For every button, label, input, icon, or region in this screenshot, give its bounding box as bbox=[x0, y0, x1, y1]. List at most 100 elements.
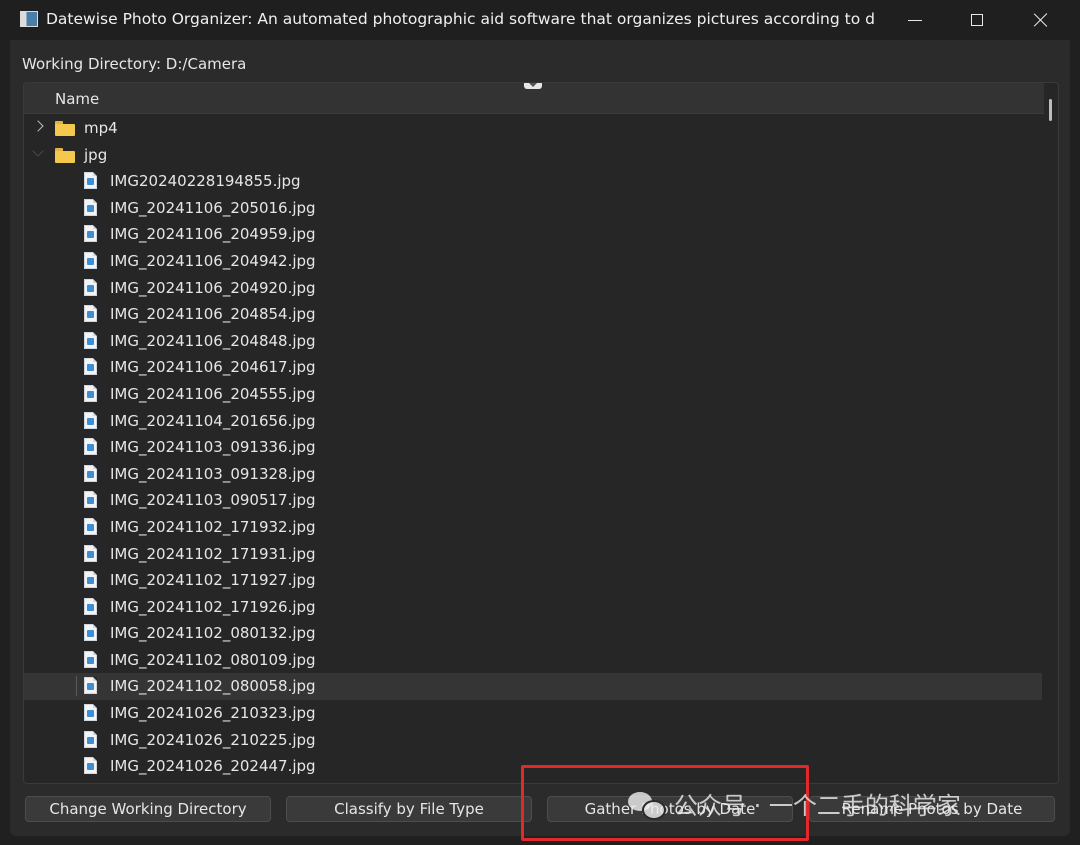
file-label: IMG_20241104_201656.jpg bbox=[110, 411, 316, 430]
tree-file-row[interactable]: IMG_20241106_204848.jpg bbox=[24, 328, 1042, 355]
file-label: IMG_20241103_091336.jpg bbox=[110, 438, 316, 457]
image-file-icon bbox=[84, 278, 97, 296]
image-file-icon bbox=[84, 251, 97, 269]
tree-file-row[interactable]: IMG_20241026_210225.jpg bbox=[24, 727, 1042, 754]
image-file-icon bbox=[84, 544, 97, 562]
tree-file-row[interactable]: IMG_20241102_080109.jpg bbox=[24, 647, 1042, 674]
image-file-icon bbox=[84, 757, 97, 775]
tree-file-row[interactable]: IMG_20241103_091336.jpg bbox=[24, 434, 1042, 461]
image-file-icon bbox=[84, 517, 97, 535]
file-label: IMG_20241106_205016.jpg bbox=[110, 198, 316, 217]
maximize-icon bbox=[971, 14, 983, 26]
tree-file-row[interactable]: IMG_20241106_205016.jpg bbox=[24, 195, 1042, 222]
selection-marker bbox=[76, 676, 77, 697]
tree-file-row[interactable]: IMG_20241106_204920.jpg bbox=[24, 275, 1042, 302]
watermark: 公众号 · 一个二手的科学家 bbox=[628, 786, 961, 821]
maximize-button[interactable] bbox=[946, 0, 1008, 40]
chevron-right-icon[interactable] bbox=[32, 120, 44, 133]
image-file-icon bbox=[84, 198, 97, 216]
image-file-icon bbox=[84, 305, 97, 323]
image-file-icon bbox=[84, 438, 97, 456]
tree-file-row[interactable]: IMG_20241102_080058.jpg bbox=[24, 673, 1042, 701]
image-file-icon bbox=[84, 597, 97, 615]
tree-file-row[interactable]: IMG_20241106_204555.jpg bbox=[24, 381, 1042, 408]
tree-file-row[interactable]: IMG_20241106_204617.jpg bbox=[24, 354, 1042, 381]
file-label: IMG_20241106_204854.jpg bbox=[110, 305, 316, 324]
file-label: IMG_20241026_210323.jpg bbox=[110, 704, 316, 723]
image-file-icon bbox=[84, 624, 97, 642]
tree-file-row[interactable]: IMG_20241102_171931.jpg bbox=[24, 541, 1042, 568]
file-label: IMG_20241106_204959.jpg bbox=[110, 225, 316, 244]
file-label: IMG_20241106_204848.jpg bbox=[110, 331, 316, 350]
tree-header[interactable]: Name bbox=[24, 83, 1044, 114]
app-icon bbox=[20, 11, 38, 27]
tree-file-row[interactable]: IMG_20241102_171927.jpg bbox=[24, 567, 1042, 594]
working-directory-label: Working Directory: D:/Camera bbox=[22, 55, 247, 73]
minimize-button[interactable] bbox=[884, 0, 946, 40]
image-file-icon bbox=[84, 225, 97, 243]
watermark-text: 公众号 · 一个二手的科学家 bbox=[674, 792, 961, 820]
image-file-icon bbox=[84, 571, 97, 589]
folder-label: mp4 bbox=[84, 119, 118, 137]
title-bar[interactable]: Datewise Photo Organizer: An automated p… bbox=[0, 0, 1080, 40]
tree-file-row[interactable]: IMG_20241104_201656.jpg bbox=[24, 408, 1042, 435]
tree-file-row[interactable]: IMG_20241102_171926.jpg bbox=[24, 594, 1042, 621]
image-file-icon bbox=[84, 650, 97, 668]
file-label: IMG_20241106_204555.jpg bbox=[110, 384, 316, 403]
tree-file-row[interactable]: IMG_20241106_204959.jpg bbox=[24, 221, 1042, 248]
file-label: IMG_20241102_171932.jpg bbox=[110, 517, 316, 536]
window-title: Datewise Photo Organizer: An automated p… bbox=[46, 10, 876, 28]
file-label: IMG_20241026_202447.jpg bbox=[110, 757, 316, 776]
close-icon bbox=[1033, 12, 1049, 28]
image-file-icon bbox=[84, 358, 97, 376]
close-button[interactable] bbox=[1010, 0, 1072, 40]
tree-file-row[interactable]: IMG_20241106_204942.jpg bbox=[24, 248, 1042, 275]
image-file-icon bbox=[84, 464, 97, 482]
wechat-icon bbox=[628, 790, 666, 820]
image-file-icon bbox=[84, 491, 97, 509]
vertical-scrollbar[interactable] bbox=[1049, 99, 1052, 121]
chevron-down-icon[interactable] bbox=[32, 144, 44, 160]
file-label: IMG_20241102_171926.jpg bbox=[110, 597, 316, 616]
minimize-icon bbox=[908, 19, 922, 21]
change-working-directory-button[interactable]: Change Working Directory bbox=[25, 796, 271, 822]
tree-file-row[interactable]: IMG_20241103_090517.jpg bbox=[24, 487, 1042, 514]
file-label: IMG_20241102_080132.jpg bbox=[110, 624, 316, 643]
sort-indicator-icon bbox=[524, 83, 542, 89]
tree-rows: mp4 jpg IMG20240228194855.jpg IMG_20241106_… bbox=[24, 115, 1044, 780]
tree-file-row[interactable]: IMG_20241106_204854.jpg bbox=[24, 301, 1042, 328]
file-label: IMG_20241103_090517.jpg bbox=[110, 491, 316, 510]
image-file-icon bbox=[84, 704, 97, 722]
folder-icon bbox=[55, 121, 75, 136]
image-file-icon bbox=[84, 331, 97, 349]
tree-file-row[interactable]: IMG_20241026_210323.jpg bbox=[24, 700, 1042, 727]
file-label: IMG_20241102_171927.jpg bbox=[110, 571, 316, 590]
file-label: IMG_20241102_171931.jpg bbox=[110, 544, 316, 563]
tree-file-row[interactable]: IMG_20241102_171932.jpg bbox=[24, 514, 1042, 541]
file-label: IMG_20241106_204617.jpg bbox=[110, 358, 316, 377]
main-panel: Working Directory: D:/Camera Name mp4 jpg… bbox=[10, 40, 1070, 836]
tree-file-row[interactable]: IMG20240228194855.jpg bbox=[24, 168, 1042, 195]
file-label: IMG20240228194855.jpg bbox=[110, 172, 301, 191]
tree-folder-row[interactable]: jpg bbox=[24, 142, 1042, 169]
file-label: IMG_20241102_080058.jpg bbox=[110, 677, 316, 696]
file-label: IMG_20241106_204920.jpg bbox=[110, 278, 316, 297]
image-file-icon bbox=[84, 411, 97, 429]
file-label: IMG_20241026_210225.jpg bbox=[110, 730, 316, 749]
tree-folder-row[interactable]: mp4 bbox=[24, 115, 1042, 142]
image-file-icon bbox=[84, 172, 97, 190]
file-label: IMG_20241106_204942.jpg bbox=[110, 251, 316, 270]
folder-icon bbox=[55, 147, 75, 163]
file-label: IMG_20241103_091328.jpg bbox=[110, 464, 316, 483]
folder-label: jpg bbox=[84, 145, 108, 164]
column-header-name[interactable]: Name bbox=[55, 90, 99, 108]
tree-file-row[interactable]: IMG_20241102_080132.jpg bbox=[24, 620, 1042, 647]
image-file-icon bbox=[84, 677, 97, 695]
file-label: IMG_20241102_080109.jpg bbox=[110, 650, 316, 669]
app-window: Datewise Photo Organizer: An automated p… bbox=[0, 0, 1080, 845]
tree-file-row[interactable]: IMG_20241103_091328.jpg bbox=[24, 461, 1042, 488]
image-file-icon bbox=[84, 384, 97, 402]
classify-by-file-type-button[interactable]: Classify by File Type bbox=[286, 796, 532, 822]
file-tree-view[interactable]: Name mp4 jpg IMG20240228194855.jpg IMG_2024… bbox=[23, 82, 1059, 784]
image-file-icon bbox=[84, 730, 97, 748]
